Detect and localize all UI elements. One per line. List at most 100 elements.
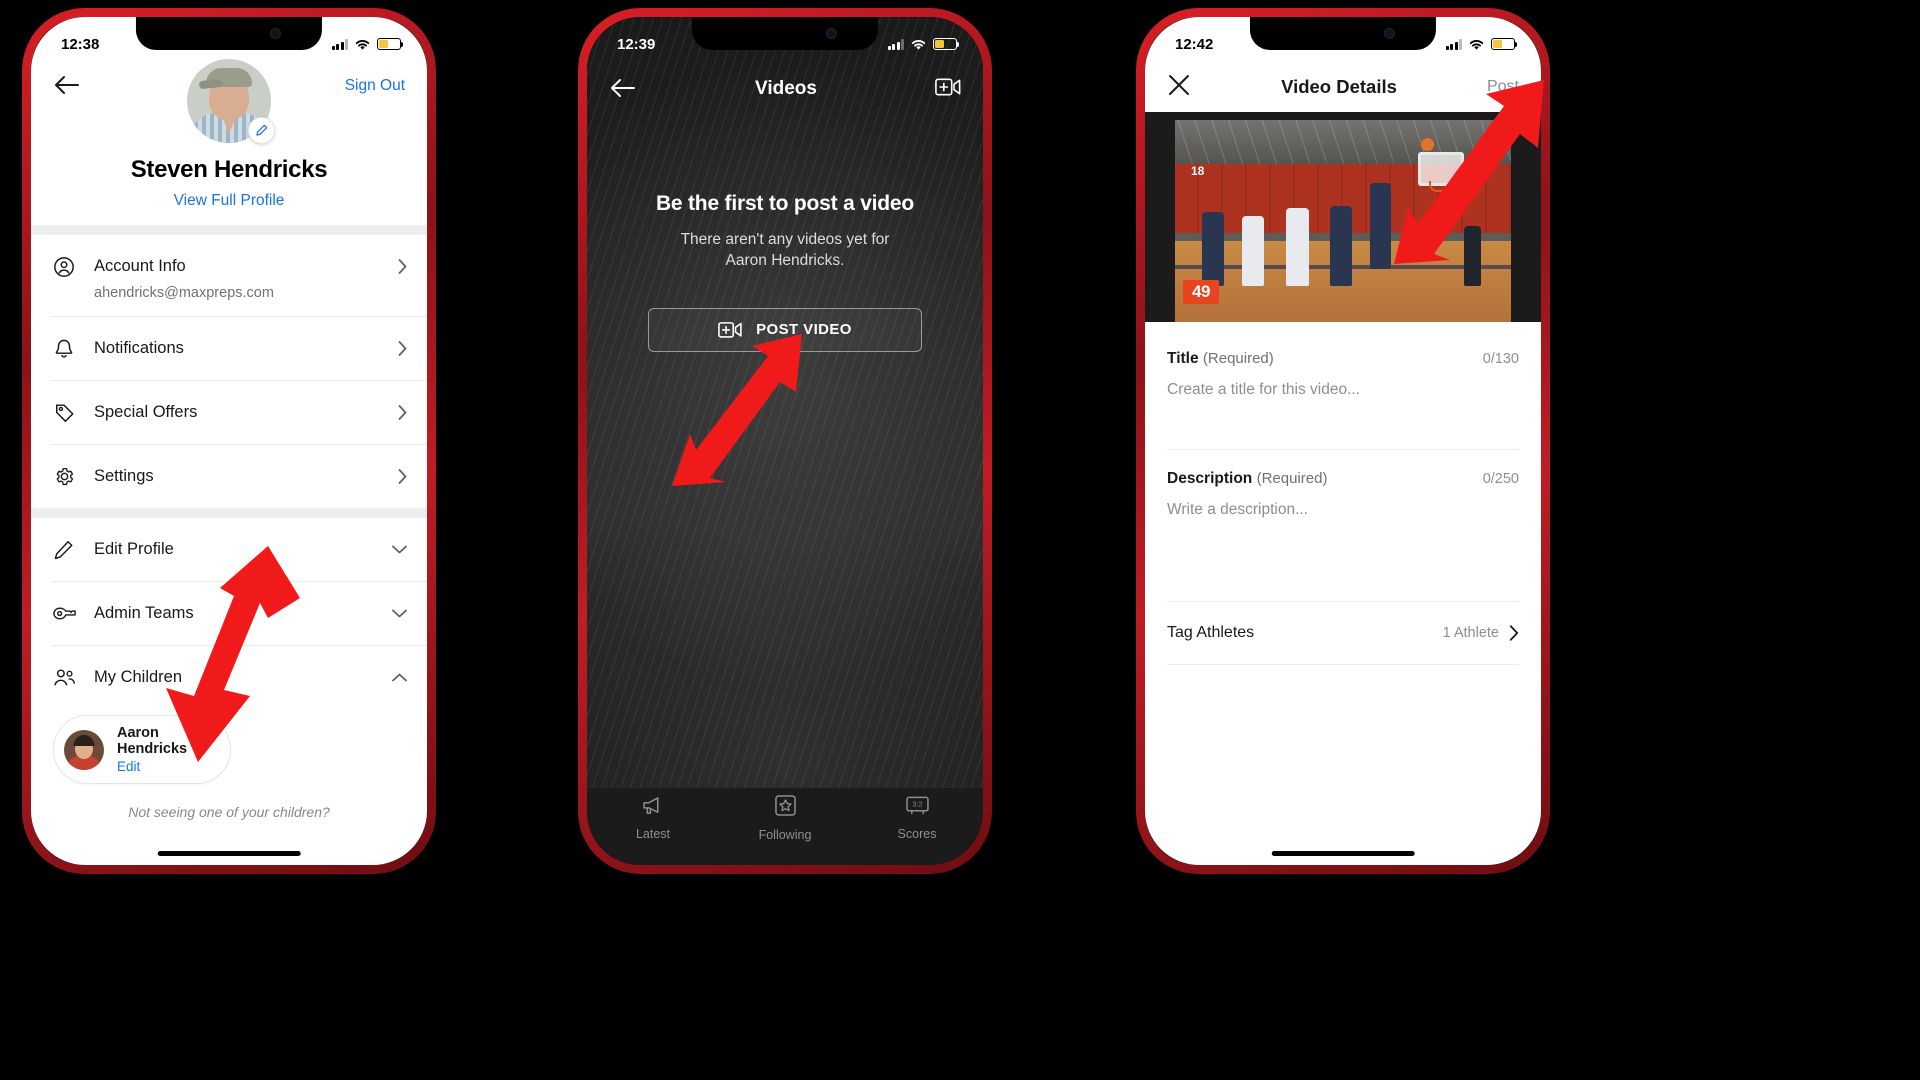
field-label: Title (Required) xyxy=(1167,350,1274,368)
description-input[interactable]: Write a description... xyxy=(1167,501,1519,519)
status-time: 12:38 xyxy=(61,35,100,53)
sidebar-item-my-children[interactable]: My Children xyxy=(31,646,427,709)
page-title: Steven Hendricks xyxy=(130,156,328,183)
chevron-down-icon xyxy=(392,545,407,554)
scoreboard-icon: 3:2 xyxy=(905,796,929,820)
add-video-icon[interactable] xyxy=(935,77,961,102)
post-video-button[interactable]: POST VIDEO xyxy=(648,307,922,352)
user-circle-icon xyxy=(51,256,77,278)
chevron-right-icon xyxy=(1509,625,1519,641)
basketball-hoop-icon xyxy=(1417,152,1464,193)
menu-label: Settings xyxy=(94,467,154,485)
empty-state-body-line2: Aaron Hendricks. xyxy=(725,251,845,269)
back-arrow-icon[interactable] xyxy=(609,77,637,101)
description-field[interactable]: Description (Required) 0/250 Write a des… xyxy=(1145,450,1541,519)
users-icon xyxy=(51,668,77,688)
child-edit-link[interactable]: Edit xyxy=(117,759,208,774)
menu-group-primary: Account Info ahendricks@maxpreps.com Not… xyxy=(31,235,427,508)
tag-athletes-label: Tag Athletes xyxy=(1167,624,1255,641)
player xyxy=(1329,205,1352,286)
tab-label: Latest xyxy=(635,827,671,841)
phone3-navbar: Video Details Post xyxy=(1145,63,1541,111)
sidebar-item-admin-teams[interactable]: Admin Teams xyxy=(31,582,427,645)
battery-icon xyxy=(1491,38,1517,50)
tag-icon xyxy=(51,402,77,423)
phone-videos-empty-screen: 12:39 Videos Be the first to post a vide… xyxy=(578,8,992,874)
megaphone-icon xyxy=(642,796,665,820)
tab-scores[interactable]: 3:2 Scores xyxy=(851,788,983,865)
bell-icon xyxy=(51,338,77,360)
chevron-down-icon xyxy=(392,609,407,618)
field-required-text: (Required) xyxy=(1202,350,1274,367)
player xyxy=(1369,183,1391,270)
screenshot-stage: 12:38 Sign Out Steven Hendricks View Ful… xyxy=(0,0,1920,1080)
jersey-number: 18 xyxy=(1191,164,1205,179)
footer-note: Not seeing one of your children? xyxy=(128,804,330,820)
post-video-button-label: POST VIDEO xyxy=(756,321,852,339)
video-details-form: Title (Required) 0/130 Create a title fo… xyxy=(1145,330,1541,665)
wifi-icon xyxy=(911,39,926,50)
speaker-icon xyxy=(742,17,828,18)
pencil-icon xyxy=(51,540,77,560)
home-indicator xyxy=(1271,851,1415,856)
phone-video-details-screen: 12:42 Video Details Post 18 49 Title (Re… xyxy=(1136,8,1550,874)
chevron-up-icon xyxy=(392,673,407,682)
player xyxy=(1201,211,1224,286)
tab-label: Scores xyxy=(897,827,937,841)
tag-athletes-row[interactable]: Tag Athletes 1 Athlete xyxy=(1145,602,1541,664)
cellular-icon xyxy=(331,38,348,50)
menu-label: Notifications xyxy=(94,339,184,357)
title-field[interactable]: Title (Required) 0/130 Create a title fo… xyxy=(1145,330,1541,399)
char-count: 0/250 xyxy=(1482,471,1519,487)
chevron-right-icon xyxy=(398,259,407,274)
field-label-text: Title xyxy=(1167,350,1199,367)
child-card-aaron-hendricks[interactable]: Aaron Hendricks Edit xyxy=(53,715,231,784)
view-full-profile-link[interactable]: View Full Profile xyxy=(31,192,427,210)
chevron-right-icon xyxy=(398,405,407,420)
chevron-right-icon xyxy=(398,341,407,356)
menu-label: Account Info xyxy=(94,257,186,275)
speaker-icon xyxy=(186,17,272,18)
child-name: Aaron Hendricks xyxy=(117,725,188,757)
score-overlay: 49 xyxy=(1183,280,1219,304)
menu-label: Edit Profile xyxy=(94,540,174,558)
phone2-navbar: Videos xyxy=(587,63,983,115)
section-divider xyxy=(31,508,427,518)
sidebar-item-account-info[interactable]: Account Info xyxy=(31,235,427,298)
wifi-icon xyxy=(1469,39,1484,50)
sign-out-button[interactable]: Sign Out xyxy=(345,77,405,95)
page-title: Videos xyxy=(755,78,817,99)
add-video-icon xyxy=(718,321,742,339)
stadium-background xyxy=(587,17,983,865)
back-arrow-icon[interactable] xyxy=(53,74,81,98)
title-input[interactable]: Create a title for this video... xyxy=(1167,381,1519,399)
sidebar-item-settings[interactable]: Settings xyxy=(31,445,427,508)
gear-icon xyxy=(51,466,77,487)
field-label: Description (Required) xyxy=(1167,470,1327,488)
pencil-icon[interactable] xyxy=(248,117,275,144)
tab-following[interactable]: Following xyxy=(719,788,851,865)
sidebar-item-edit-profile[interactable]: Edit Profile xyxy=(31,518,427,581)
post-button[interactable]: Post xyxy=(1487,78,1519,96)
empty-state: Be the first to post a video There aren'… xyxy=(587,192,983,352)
front-camera-icon xyxy=(826,28,838,39)
status-time: 12:42 xyxy=(1175,35,1214,53)
sidebar-item-notifications[interactable]: Notifications xyxy=(31,317,427,380)
wifi-icon xyxy=(355,39,370,50)
field-required-text: (Required) xyxy=(1256,470,1328,487)
video-thumbnail[interactable]: 18 49 xyxy=(1145,112,1541,322)
court-scene: 18 49 xyxy=(1175,120,1511,322)
sidebar-item-special-offers[interactable]: Special Offers xyxy=(31,381,427,444)
bottom-tab-bar: Latest Following 3:2 Scores xyxy=(587,787,983,865)
status-time: 12:39 xyxy=(617,35,656,53)
battery-icon xyxy=(377,38,403,50)
phone3-screen: 12:42 Video Details Post 18 49 Title (Re… xyxy=(1145,17,1541,865)
phone-profile-screen: 12:38 Sign Out Steven Hendricks View Ful… xyxy=(22,8,436,874)
tab-latest[interactable]: Latest xyxy=(587,788,719,865)
phone2-screen: 12:39 Videos Be the first to post a vide… xyxy=(587,17,983,865)
close-icon[interactable] xyxy=(1167,73,1191,102)
player xyxy=(1285,207,1309,286)
tab-label: Following xyxy=(758,828,812,842)
phone1-navbar: Sign Out xyxy=(31,63,427,109)
divider xyxy=(1167,664,1519,665)
